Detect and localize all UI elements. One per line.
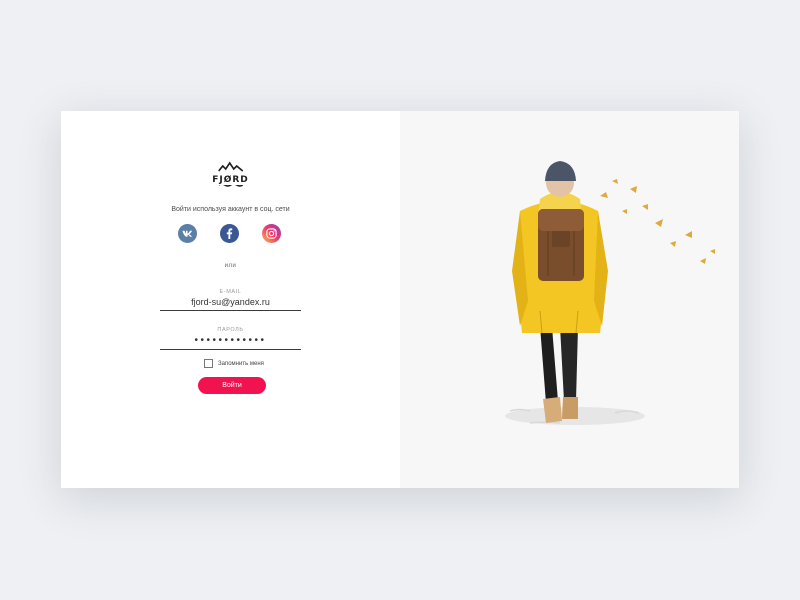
remember-me-label: Запомнить меня [218,360,264,367]
or-separator: или [224,263,237,269]
facebook-icon [226,228,233,239]
walking-man-illustration [505,161,715,425]
login-panel: FJØRD Войти используя аккаунт в соц. сет… [61,111,400,488]
remember-me[interactable]: Запомнить меня [204,359,264,368]
email-field[interactable] [160,295,301,311]
illustration-panel [400,111,739,488]
social-buttons [178,224,281,243]
vk-login-button[interactable] [178,224,197,243]
login-card: FJØRD Войти используя аккаунт в соц. сет… [61,111,739,488]
remember-me-checkbox[interactable] [204,359,213,368]
social-login-caption: Войти используя аккаунт в соц. сети [171,206,290,213]
facebook-login-button[interactable] [220,224,239,243]
brand-name: FJØRD [211,175,250,185]
instagram-icon [266,228,277,239]
password-field[interactable] [160,333,301,350]
password-field-group: ПАРОЛЬ [160,327,301,350]
vk-icon [182,230,192,237]
brand-logo: FJØRD [211,161,250,187]
email-field-group: E-MAIL [160,289,301,311]
login-button[interactable]: Войти [198,377,266,394]
instagram-login-button[interactable] [262,224,281,243]
